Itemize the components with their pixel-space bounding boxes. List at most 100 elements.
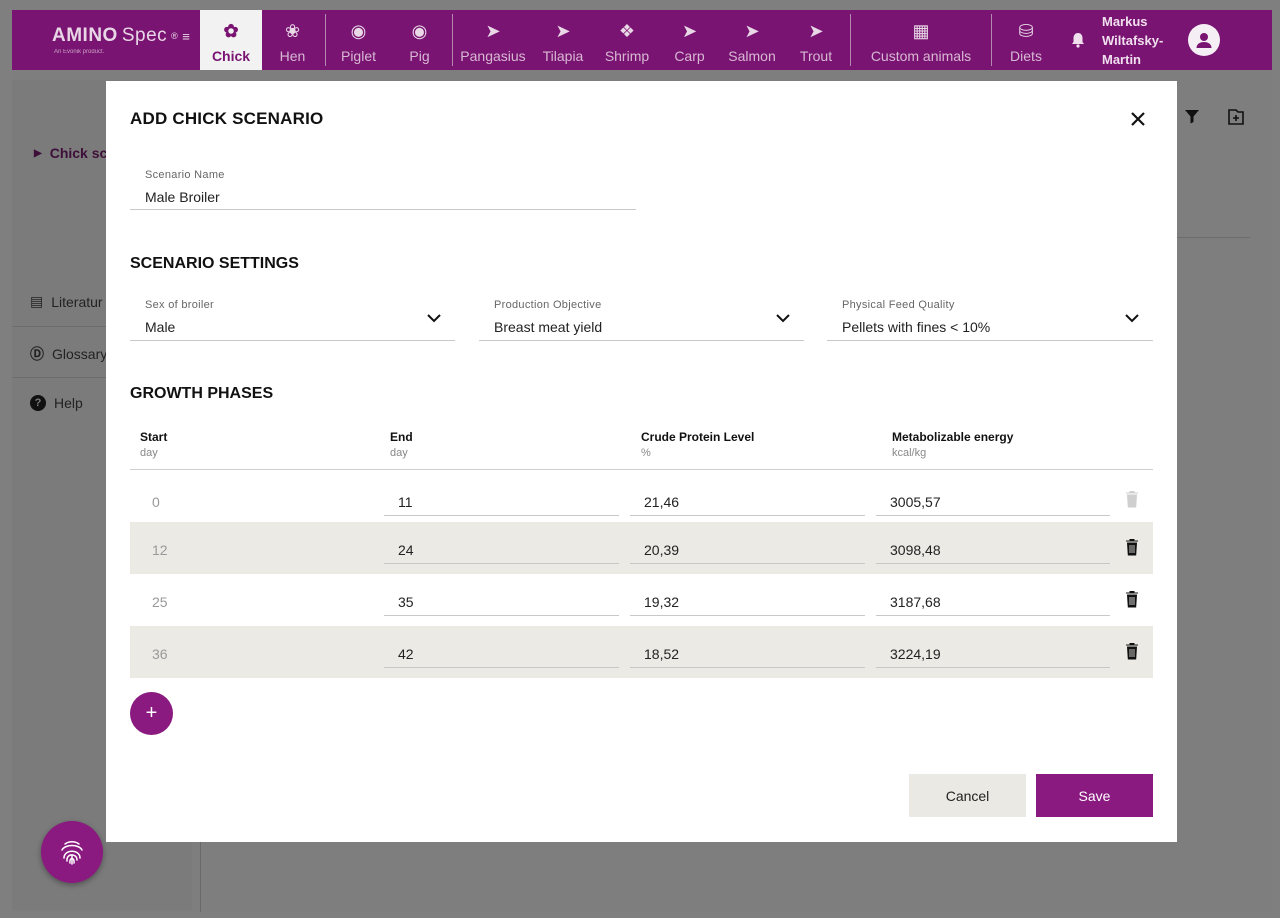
nav-hen-label: Hen	[279, 48, 306, 64]
nav-pangasius-label: Pangasius	[460, 48, 526, 64]
chevron-down-icon	[427, 314, 441, 323]
add-file-icon[interactable]	[1227, 108, 1245, 131]
add-phase-button[interactable]: +	[130, 692, 173, 735]
divider	[991, 14, 992, 66]
energy-value: 3005,57	[890, 494, 941, 510]
column-header-start: Start day	[140, 430, 167, 459]
piglet-icon: ◉	[350, 21, 367, 41]
fingerprint-button[interactable]	[41, 821, 103, 883]
save-button[interactable]: Save	[1036, 774, 1153, 817]
production-objective-select[interactable]: Production Objective Breast meat yield	[479, 299, 804, 341]
diets-icon: ⛁	[1018, 21, 1034, 41]
energy-input[interactable]: 3187,68	[876, 584, 1110, 616]
user-name-line: Markus	[1102, 13, 1148, 29]
nav-carp-label: Carp	[674, 48, 705, 64]
end-day-value: 42	[398, 646, 414, 662]
nav-pig-label: Pig	[409, 48, 430, 64]
bg-glossary-label: Glossary	[52, 346, 108, 362]
close-button[interactable]	[1128, 109, 1148, 129]
divider	[12, 377, 108, 378]
column-unit: %	[641, 447, 651, 459]
user-name-line: Martin	[1102, 51, 1141, 67]
end-day-input[interactable]: 42	[384, 636, 619, 668]
fish-icon: ➤	[485, 21, 501, 41]
close-icon	[1131, 112, 1145, 126]
nav-trout-label: Trout	[799, 48, 833, 64]
bg-literature-item[interactable]: ▤ Literatur	[30, 293, 103, 310]
nav-pangasius[interactable]: ➤ Pangasius	[455, 10, 531, 70]
bg-glossary-item[interactable]: Ⓓ Glossary	[30, 344, 107, 364]
protein-input[interactable]: 19,32	[630, 584, 865, 616]
shrimp-icon: ❖	[618, 21, 636, 41]
nav-piglet-label: Piglet	[340, 48, 377, 64]
chevron-down-icon	[776, 314, 790, 323]
end-day-input[interactable]: 35	[384, 584, 619, 616]
objective-value: Breast meat yield	[494, 319, 603, 335]
divider	[452, 14, 453, 66]
end-day-value: 35	[398, 594, 414, 610]
protein-input[interactable]: 21,46	[630, 484, 865, 516]
table-row: 25 35 19,32 3187,68	[130, 574, 1153, 626]
scenario-name-field[interactable]: Scenario Name Male Broiler	[130, 169, 636, 210]
protein-input[interactable]: 18,52	[630, 636, 865, 668]
nav-trout[interactable]: ➤ Trout	[784, 10, 848, 70]
help-icon: ?	[30, 395, 46, 411]
avatar[interactable]	[1188, 24, 1220, 56]
feed-quality-value: Pellets with fines < 10%	[842, 319, 991, 335]
nav-chick-label: Chick	[211, 48, 251, 64]
divider	[850, 14, 851, 66]
feed-quality-select[interactable]: Physical Feed Quality Pellets with fines…	[827, 299, 1153, 341]
energy-input[interactable]: 3005,57	[876, 484, 1110, 516]
divider	[200, 840, 201, 912]
growth-phases-table: Start day End day Crude Protein Level % …	[130, 426, 1153, 678]
trash-icon[interactable]	[1125, 590, 1139, 608]
bell-icon[interactable]	[1064, 32, 1092, 48]
chevron-down-icon	[1125, 314, 1139, 323]
scenario-name-label: Scenario Name	[145, 169, 225, 181]
divider	[1176, 237, 1250, 238]
caret-right-icon: ▶	[34, 147, 42, 159]
nav-chick[interactable]: ✿ Chick	[200, 10, 262, 70]
top-navigation-bar: AMINO Spec ® ≡ An Evonik product. ✿ Chick ❀…	[12, 10, 1272, 70]
nav-diets[interactable]: ⛁ Diets	[994, 10, 1058, 70]
nav-tilapia-label: Tilapia	[542, 48, 584, 64]
logo-text-bold: AMINO	[52, 25, 118, 46]
column-unit: day	[390, 447, 408, 459]
nav-hen[interactable]: ❀ Hen	[262, 10, 323, 70]
nav-carp[interactable]: ➤ Carp	[659, 10, 720, 70]
column-header-energy: Metabolizable energy kcal/kg	[892, 430, 1013, 459]
energy-input[interactable]: 3098,48	[876, 532, 1110, 564]
nav-salmon[interactable]: ➤ Salmon	[720, 10, 784, 70]
nav-tilapia[interactable]: ➤ Tilapia	[531, 10, 595, 70]
column-title: Metabolizable energy	[892, 430, 1014, 444]
protein-input[interactable]: 20,39	[630, 532, 865, 564]
aminospec-logo[interactable]: AMINO Spec ® ≡ An Evonik product.	[12, 10, 200, 70]
protein-value: 18,52	[644, 646, 680, 662]
logo-mark-icon: ≡	[182, 28, 191, 44]
table-row: 12 24 20,39 3098,48	[130, 522, 1153, 574]
energy-input[interactable]: 3224,19	[876, 636, 1110, 668]
nav-custom-animals[interactable]: ▦ Custom animals	[853, 10, 989, 70]
user-name-line: Wiltafsky-	[1102, 32, 1164, 48]
filter-icon[interactable]	[1184, 108, 1200, 129]
table-row: 36 42 18,52 3224,19	[130, 626, 1153, 678]
protein-value: 20,39	[644, 542, 680, 558]
nav-piglet[interactable]: ◉ Piglet	[328, 10, 389, 70]
glossary-icon: Ⓓ	[30, 346, 44, 362]
energy-value: 3224,19	[890, 646, 941, 662]
bg-help-item[interactable]: ? Help	[30, 395, 83, 411]
end-day-input[interactable]: 24	[384, 532, 619, 564]
user-name[interactable]: Markus Wiltafsky- Martin	[1102, 12, 1182, 69]
nav-shrimp[interactable]: ❖ Shrimp	[595, 10, 659, 70]
trash-icon[interactable]	[1125, 538, 1139, 556]
column-header-protein: Crude Protein Level %	[641, 430, 754, 459]
column-header-end: End day	[390, 430, 413, 459]
trash-icon[interactable]	[1125, 642, 1139, 660]
fish-icon: ➤	[744, 21, 760, 41]
end-day-input[interactable]: 11	[384, 484, 619, 516]
nav-custom-label: Custom animals	[870, 48, 972, 64]
sex-select[interactable]: Sex of broiler Male	[130, 299, 455, 341]
bg-scenario-item[interactable]: ▶ Chick sc	[34, 145, 107, 161]
nav-pig[interactable]: ◉ Pig	[389, 10, 450, 70]
cancel-button[interactable]: Cancel	[909, 774, 1026, 817]
